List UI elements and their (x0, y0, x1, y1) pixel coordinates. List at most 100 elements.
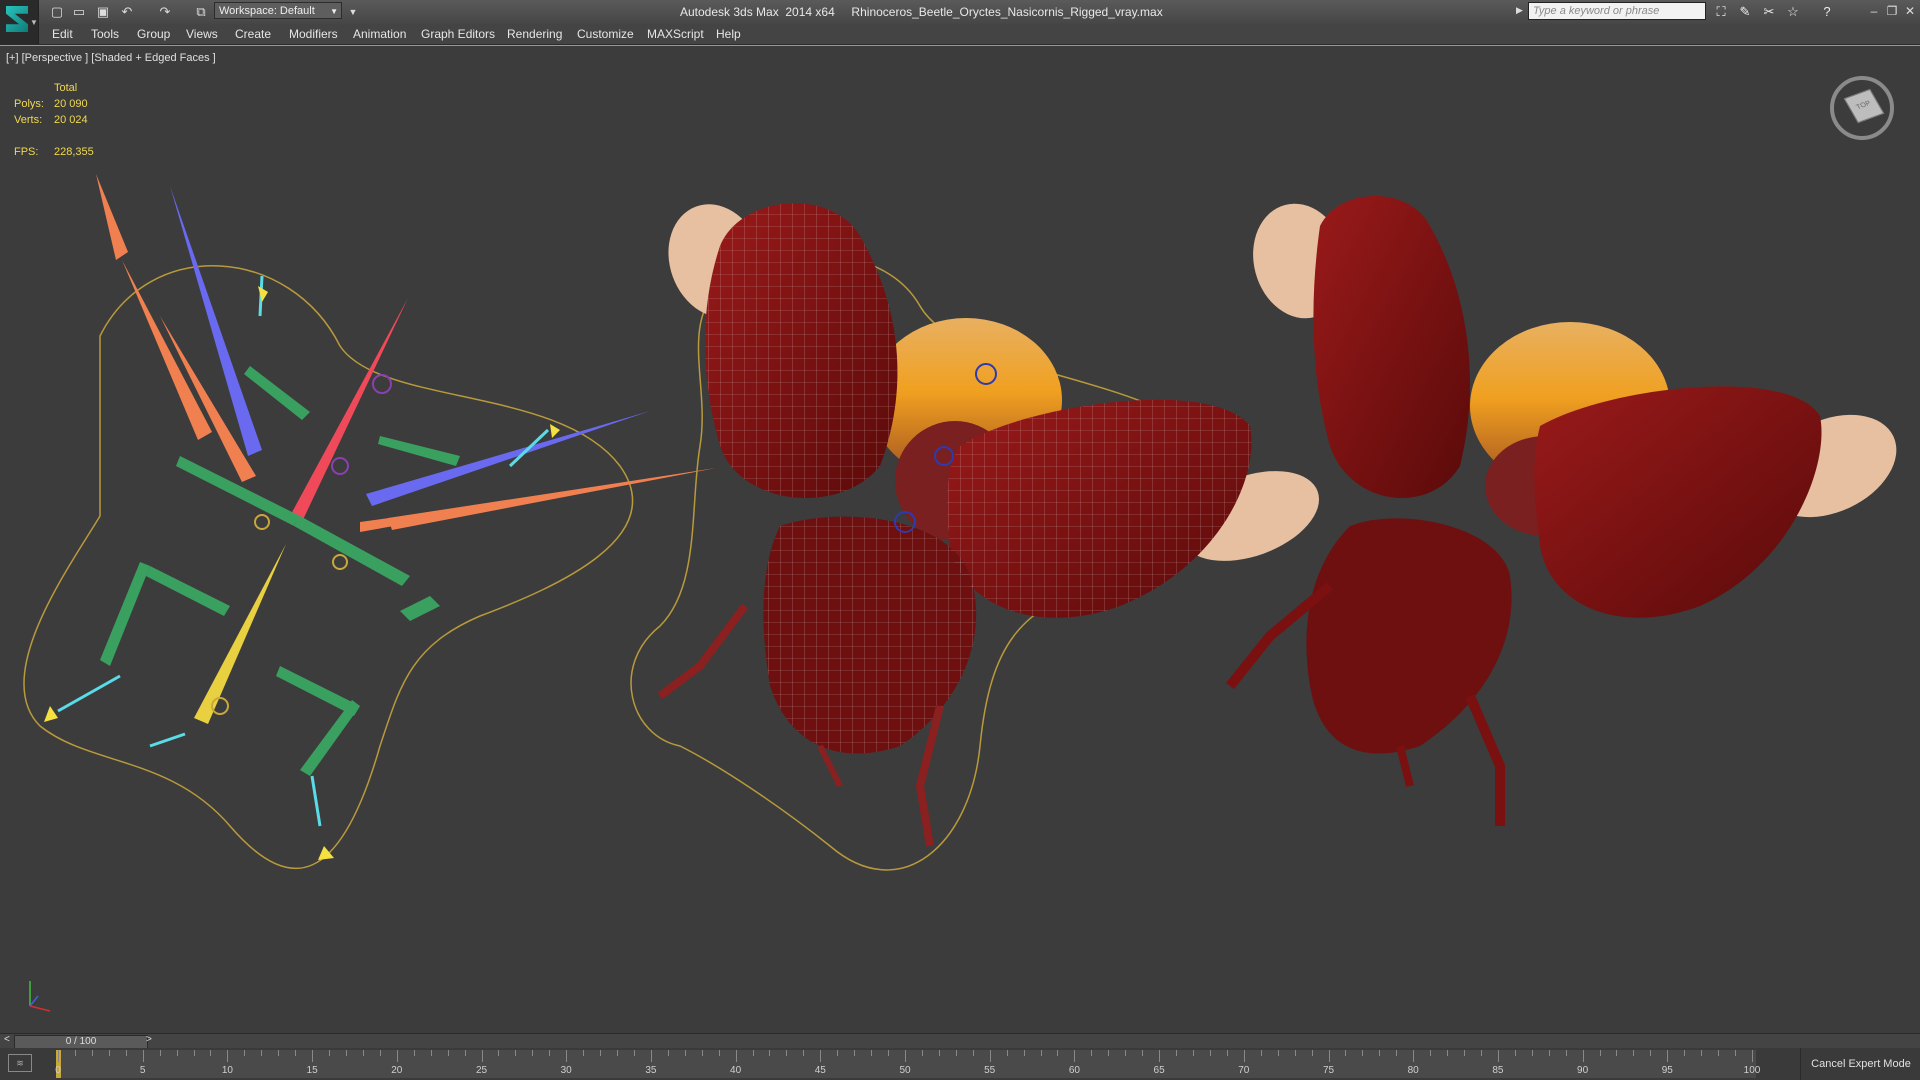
claw-yellow-3 (550, 424, 560, 438)
track-tick (1735, 1050, 1737, 1056)
time-next-button[interactable]: > (146, 1034, 152, 1045)
menu-modifiers[interactable]: Modifiers (289, 27, 338, 41)
menu-views[interactable]: Views (186, 27, 218, 41)
track-tick (989, 1050, 991, 1062)
viewport-label[interactable]: [+] [Perspective ] [Shaded + Edged Faces… (6, 52, 216, 64)
bone-green-8 (100, 562, 150, 666)
track-tick (430, 1050, 432, 1056)
menu-help[interactable]: Help (716, 27, 741, 41)
redo-icon[interactable]: ↷ (156, 3, 174, 21)
save-file-icon[interactable]: ▣ (94, 3, 112, 21)
track-tick (481, 1050, 483, 1062)
scene-statistics: Total Polys: 20 090 Verts: 20 024 FPS: 228,… (14, 80, 94, 160)
cancel-expert-mode-button[interactable]: Cancel Expert Mode (1800, 1048, 1920, 1080)
menu-tools[interactable]: Tools (91, 27, 119, 41)
menu-animation[interactable]: Animation (353, 27, 406, 41)
beetle-textured-model (1226, 196, 1897, 826)
communication-center-icon[interactable]: ✂ (1760, 3, 1778, 21)
menu-rendering[interactable]: Rendering (507, 27, 562, 41)
rig-selection-outline (23, 265, 634, 870)
menu-maxscript[interactable]: MAXScript (647, 27, 704, 41)
menu-edit[interactable]: Edit (52, 27, 73, 41)
track-tick (1616, 1050, 1618, 1056)
new-file-icon[interactable]: ▢ (48, 3, 66, 21)
track-tick (1718, 1050, 1720, 1056)
viewcube-top-face[interactable]: TOP (1843, 88, 1885, 124)
track-tick (633, 1050, 635, 1056)
track-tick (1430, 1050, 1432, 1056)
track-tick (1447, 1050, 1449, 1056)
open-file-icon[interactable]: ▭ (70, 3, 88, 21)
track-tick (1599, 1050, 1601, 1056)
track-ruler[interactable]: 0 5 10 15 20 25 30 35 40 45 50 55 60 65 70 75 80 85 90 95 10… (55, 1050, 1760, 1078)
track-tick (972, 1050, 974, 1056)
menu-group[interactable]: Group (137, 27, 170, 41)
bone-green-7 (300, 700, 360, 776)
bone-green-9 (400, 596, 440, 621)
viewport-scene[interactable] (0, 46, 1920, 1034)
collapse-search-icon[interactable]: ▶ (1516, 5, 1523, 16)
track-tick (1565, 1050, 1567, 1056)
track-tick (667, 1050, 669, 1056)
viewcube[interactable]: TOP (1830, 76, 1894, 140)
bone-green-5 (146, 566, 230, 616)
bone-blue-2 (366, 411, 650, 506)
track-tick-label: 35 (645, 1065, 657, 1076)
track-tick (1277, 1050, 1279, 1056)
track-tick (617, 1050, 619, 1056)
track-tick-label: 80 (1407, 1065, 1419, 1076)
close-icon[interactable]: ✕ (1902, 3, 1918, 19)
minimize-icon[interactable]: – (1866, 3, 1882, 19)
track-tick (1633, 1050, 1635, 1056)
track-tick (532, 1050, 534, 1056)
track-tick (1497, 1050, 1499, 1062)
track-tick (413, 1050, 415, 1056)
track-tick (447, 1050, 449, 1056)
track-tick-label: 55 (984, 1065, 996, 1076)
track-tick (1362, 1050, 1364, 1056)
track-tick (1464, 1050, 1466, 1056)
binoculars-icon[interactable]: ⛶ (1712, 3, 1730, 21)
track-tick-label: 70 (1238, 1065, 1250, 1076)
track-tick (752, 1050, 754, 1056)
time-prev-button[interactable]: < (4, 1034, 10, 1045)
menu-create[interactable]: Create (235, 27, 271, 41)
menu-graph-editors[interactable]: Graph Editors (421, 27, 495, 41)
favorites-star-icon[interactable]: ☆ (1784, 3, 1802, 21)
track-tick (295, 1050, 297, 1056)
track-bar[interactable]: ≋ 0 5 10 15 20 25 30 35 40 45 50 55 60 65 70 75 80 85 90 95… (0, 1048, 1920, 1080)
track-tick (549, 1050, 551, 1056)
bone-rig (44, 174, 716, 860)
project-folder-icon[interactable]: ⧉ (192, 3, 210, 21)
stats-fps-label: FPS: (14, 146, 39, 158)
track-tick-label: 10 (221, 1065, 233, 1076)
track-tick-label: 0 (55, 1065, 61, 1076)
undo-icon[interactable]: ↶ (118, 3, 136, 21)
help-icon[interactable]: ? (1818, 3, 1836, 21)
menu-customize[interactable]: Customize (577, 27, 634, 41)
track-tick-label: 85 (1492, 1065, 1504, 1076)
track-tick (1667, 1050, 1669, 1062)
bone-orange-2 (122, 260, 212, 440)
track-tick (278, 1050, 280, 1056)
mini-curve-editor-icon[interactable]: ≋ (8, 1054, 32, 1072)
perspective-viewport[interactable]: [+] [Perspective ] [Shaded + Edged Faces… (0, 45, 1920, 1034)
track-tick (1311, 1050, 1313, 1056)
application-button[interactable]: ▼ (0, 0, 39, 44)
track-tick (955, 1050, 957, 1056)
track-tick (769, 1050, 771, 1056)
time-slider[interactable]: 0 / 100 (14, 1035, 148, 1049)
track-tick (261, 1050, 263, 1056)
customize-toolbar-icon[interactable]: ▼ (344, 3, 362, 21)
claw-yellow-4 (318, 846, 334, 860)
restore-icon[interactable]: ❐ (1884, 3, 1900, 19)
subscription-icon[interactable]: ✎ (1736, 3, 1754, 21)
stats-polys-value: 20 090 (54, 98, 88, 110)
track-tick (1531, 1050, 1533, 1056)
track-tick (1328, 1050, 1330, 1062)
track-tick (108, 1050, 110, 1056)
workspace-dropdown[interactable]: Workspace: Default ▼ (214, 2, 342, 19)
track-tick (244, 1050, 246, 1056)
track-tick (735, 1050, 737, 1062)
search-input[interactable]: Type a keyword or phrase (1528, 2, 1706, 20)
